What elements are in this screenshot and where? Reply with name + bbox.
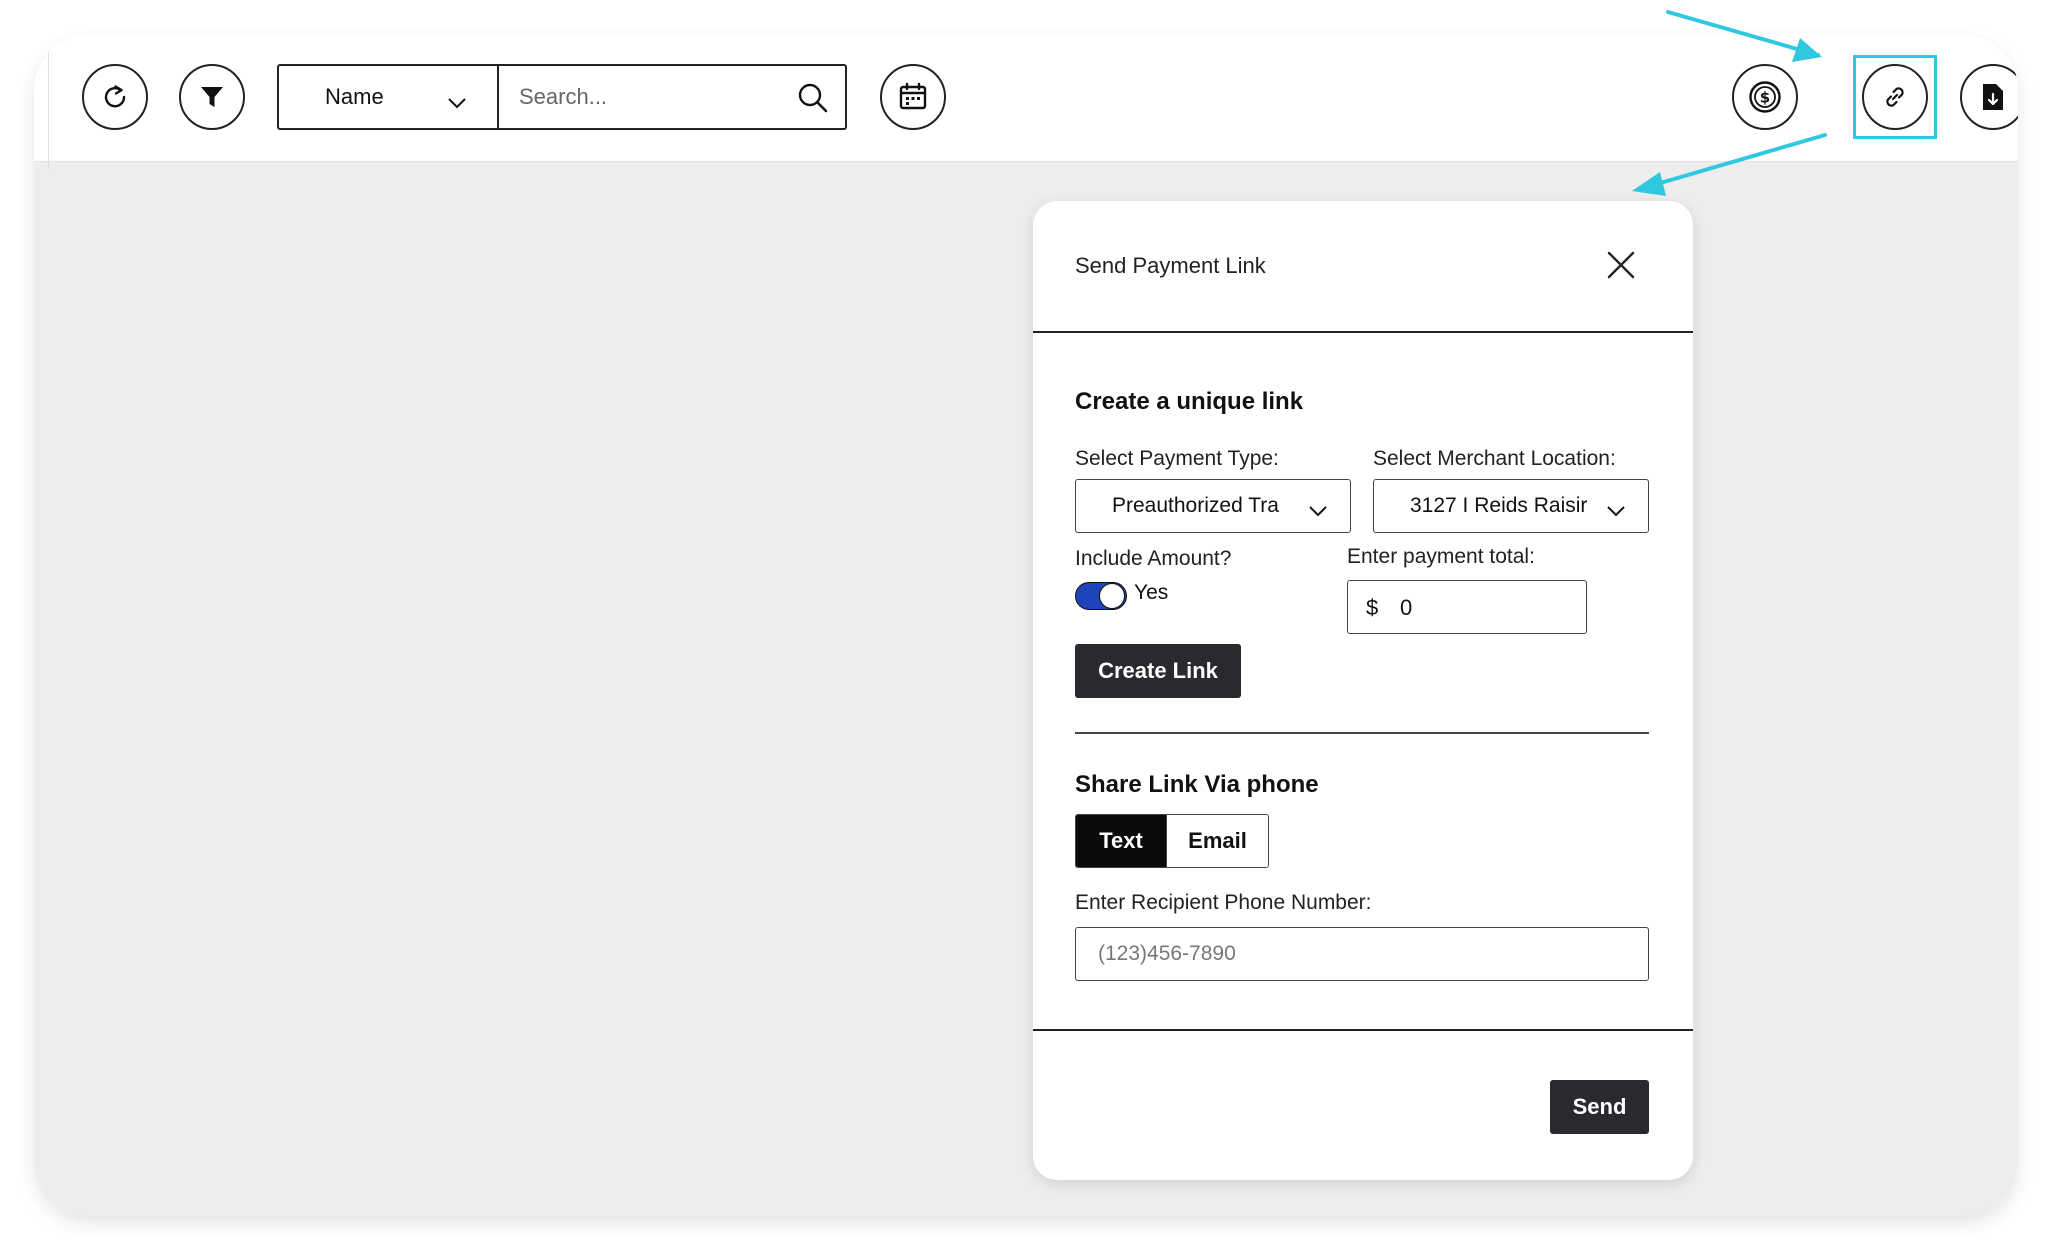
svg-text:$: $ <box>1760 89 1770 107</box>
chevron-down-icon <box>1606 500 1626 524</box>
send-payment-link-modal: Send Payment Link Create a unique link S… <box>1033 201 1693 1180</box>
export-button[interactable] <box>1960 64 2018 130</box>
include-amount-toggle-label: Yes <box>1134 581 1169 604</box>
close-button[interactable] <box>1605 249 1637 281</box>
share-method-tabs: Text Email <box>1075 814 1269 868</box>
modal-footer-divider <box>1033 1029 1693 1031</box>
create-link-button[interactable]: Create Link <box>1075 644 1241 698</box>
document-download-icon <box>1980 82 2006 112</box>
tab-text[interactable]: Text <box>1076 815 1166 867</box>
calendar-icon <box>898 82 928 112</box>
payment-total-label: Enter payment total: <box>1347 545 1535 568</box>
search-placeholder: Search... <box>519 84 608 109</box>
merchant-location-label: Select Merchant Location: <box>1373 447 1616 470</box>
payment-total-value: 0 <box>1400 595 1413 620</box>
toolbar-edge <box>48 34 49 170</box>
payment-type-value: Preauthorized Tra <box>1112 494 1279 517</box>
refresh-button[interactable] <box>82 64 148 130</box>
filter-icon <box>198 83 226 111</box>
search-field-select-value: Name <box>325 84 384 109</box>
chevron-down-icon <box>1308 500 1328 524</box>
tab-email[interactable]: Email <box>1166 815 1268 867</box>
modal-title: Send Payment Link <box>1075 253 1266 278</box>
section-divider <box>1075 732 1649 734</box>
modal-header: Send Payment Link <box>1033 201 1693 333</box>
currency-symbol: $ <box>1366 595 1379 620</box>
close-icon <box>1605 251 1637 285</box>
phone-number-label: Enter Recipient Phone Number: <box>1075 891 1372 914</box>
search-icon[interactable] <box>797 82 829 120</box>
search-input[interactable]: Search... <box>499 66 845 128</box>
search-field-select[interactable]: Name <box>279 66 499 128</box>
payments-button[interactable]: $ <box>1732 64 1798 130</box>
phone-number-placeholder: (123)456-7890 <box>1098 942 1236 965</box>
refresh-icon <box>101 83 129 111</box>
include-amount-toggle[interactable] <box>1075 582 1127 610</box>
payment-type-label: Select Payment Type: <box>1075 447 1279 470</box>
dollar-coin-icon: $ <box>1748 80 1782 114</box>
app-window: Name Search... $ Send Payment Link Creat… <box>34 34 2018 1216</box>
merchant-location-select[interactable]: 3127 I Reids Raisir <box>1373 479 1649 533</box>
payment-type-select[interactable]: Preauthorized Tra <box>1075 479 1351 533</box>
share-link-section-title: Share Link Via phone <box>1075 771 1319 798</box>
toggle-knob <box>1099 583 1125 609</box>
payment-total-input[interactable]: $ 0 <box>1347 580 1587 634</box>
send-button[interactable]: Send <box>1550 1080 1649 1134</box>
phone-number-input[interactable]: (123)456-7890 <box>1075 927 1649 981</box>
link-button-highlight <box>1853 55 1937 139</box>
toolbar: Name Search... $ <box>34 34 2018 170</box>
include-amount-label: Include Amount? <box>1075 547 1232 570</box>
search-group: Name Search... <box>277 64 847 130</box>
chevron-down-icon <box>447 90 467 116</box>
calendar-button[interactable] <box>880 64 946 130</box>
create-link-section-title: Create a unique link <box>1075 388 1304 415</box>
filter-button[interactable] <box>179 64 245 130</box>
merchant-location-value: 3127 I Reids Raisir <box>1410 494 1588 517</box>
